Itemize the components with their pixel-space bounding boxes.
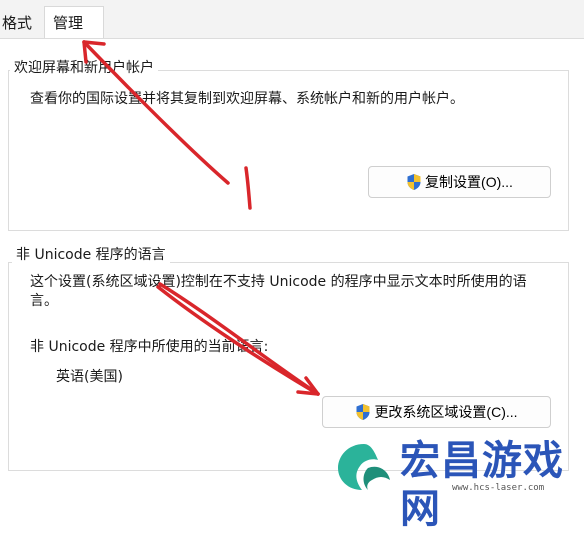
current-language-value: 英语(美国) bbox=[56, 369, 123, 385]
copy-settings-button[interactable]: 复制设置(O)... bbox=[368, 166, 551, 198]
change-system-locale-button[interactable]: 更改系统区域设置(C)... bbox=[322, 396, 551, 428]
current-language-label: 非 Unicode 程序中所使用的当前语言: bbox=[30, 339, 269, 355]
annotation-marker: 1 bbox=[241, 166, 242, 167]
unicode-description: 这个设置(系统区域设置)控制在不支持 Unicode 的程序中显示文本时所使用的… bbox=[30, 274, 527, 309]
change-locale-label: 更改系统区域设置(C)... bbox=[374, 404, 518, 420]
tab-strip: 格式 管理 bbox=[0, 0, 584, 39]
shield-icon bbox=[407, 174, 421, 190]
watermark-url: www.hcs-laser.com bbox=[452, 483, 545, 493]
watermark-logo-icon bbox=[338, 444, 390, 490]
tab-format[interactable]: 格式 bbox=[0, 8, 40, 38]
tab-manage[interactable]: 管理 bbox=[44, 6, 104, 39]
tab-divider bbox=[0, 38, 584, 39]
unicode-group-title: 非 Unicode 程序的语言 bbox=[12, 246, 170, 264]
copy-settings-label: 复制设置(O)... bbox=[425, 174, 513, 190]
welcome-description: 查看你的国际设置并将其复制到欢迎屏幕、系统帐户和新的用户帐户。 bbox=[30, 91, 464, 107]
welcome-group-title: 欢迎屏幕和新用户帐户 bbox=[10, 59, 158, 77]
shield-icon bbox=[356, 404, 370, 420]
